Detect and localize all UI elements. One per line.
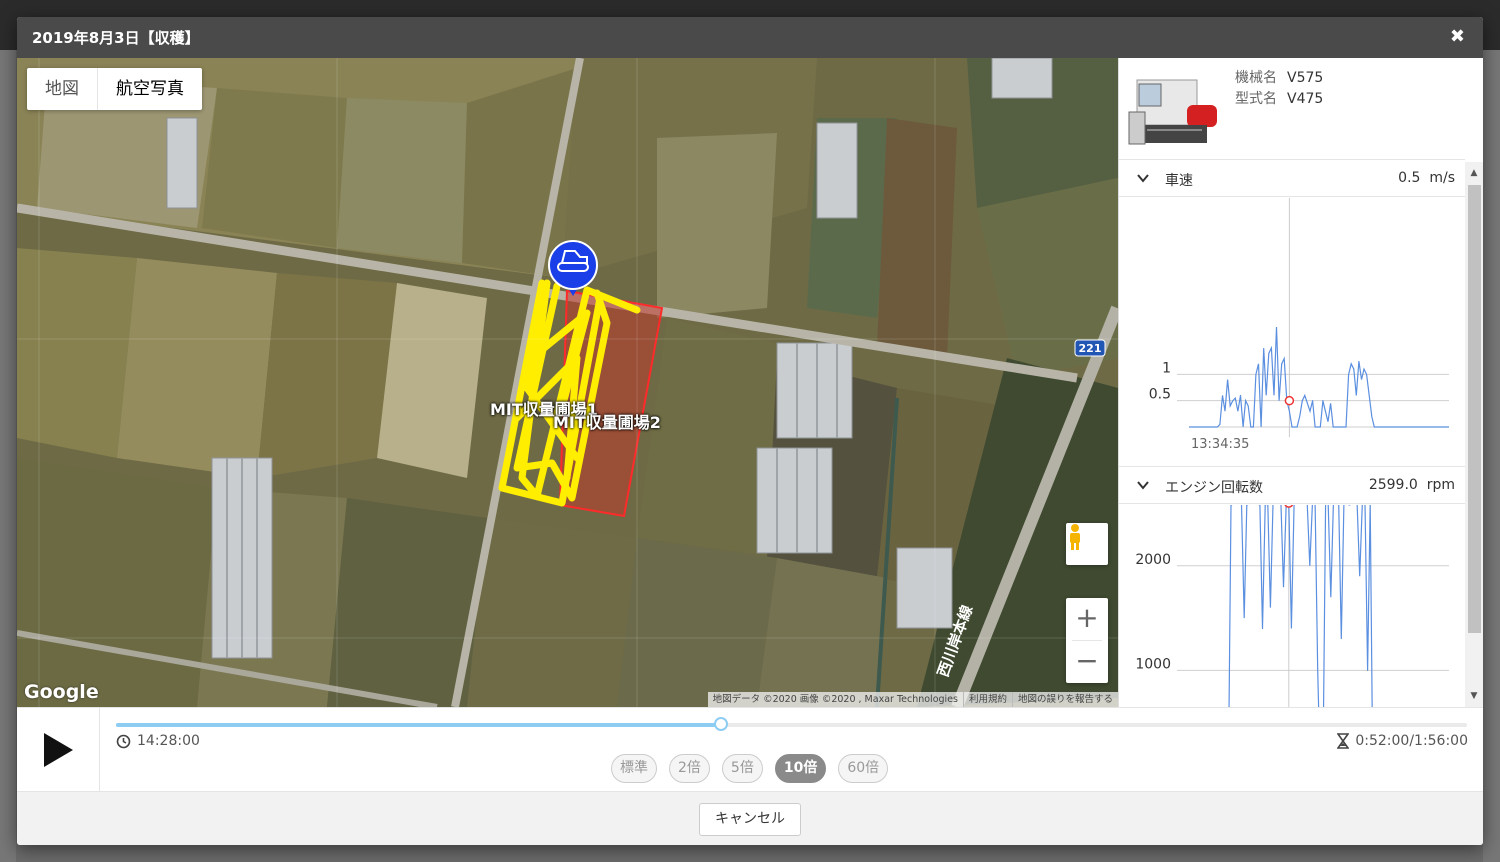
data-point — [1239, 394, 1242, 397]
engine-rpm-chart: 2000 1000 — [1135, 505, 1449, 707]
modal-header: 2019年8月3日【収穫】 ✖ — [17, 17, 1483, 58]
close-icon[interactable]: ✖ — [1450, 26, 1465, 47]
playback-controls: 14:28:00 0:52:00/1:56:00 標準 2倍 5倍 10倍 60… — [17, 707, 1483, 792]
data-point — [1363, 368, 1365, 370]
timeline-progress — [116, 723, 722, 727]
data-point — [1219, 423, 1221, 425]
model-name-value: V475 — [1287, 91, 1324, 107]
chevron-down-icon — [1137, 174, 1149, 183]
attribution-text: 地図データ ©2020 画像 ©2020 , Maxar Technologie… — [712, 694, 958, 705]
y-tick-label: 1000 — [1135, 656, 1171, 672]
background-right-edge — [1483, 50, 1500, 862]
elapsed-total-text: 0:52:00/1:56:00 — [1355, 733, 1468, 749]
series-line — [1189, 326, 1449, 428]
zoom-out-button[interactable]: − — [1066, 641, 1108, 683]
play-icon — [44, 733, 73, 767]
machine-info: 機械名 V575 型式名 V475 — [1235, 68, 1323, 110]
section-header-speed[interactable]: 車速 0.5 m/s — [1119, 159, 1465, 197]
field-label-2: MIT収量圃場2 — [553, 413, 661, 432]
modal-footer: キャンセル — [17, 791, 1483, 845]
machine-name-label: 機械名 — [1235, 70, 1277, 86]
satellite-map[interactable]: 221 西川岸本線 地図 航空写真 MIT収量圃場1 MIT収量圃場2 + − … — [17, 58, 1118, 707]
telemetry-panel: 機械名 V575 型式名 V475 車速 0.5 m/s 1 0.5 13:34:35 … — [1118, 58, 1483, 707]
chevron-down-icon — [1137, 481, 1149, 490]
current-time-text: 14:28:00 — [137, 733, 200, 749]
data-point — [1301, 400, 1303, 402]
terms-link[interactable]: 利用規約 — [962, 692, 1012, 707]
series-line — [1228, 505, 1373, 707]
report-error-link[interactable]: 地図の誤りを報告する — [1011, 692, 1118, 707]
zoom-in-button[interactable]: + — [1066, 598, 1108, 640]
section-value-speed: 0.5 m/s — [1398, 170, 1455, 186]
data-point — [1282, 586, 1285, 588]
data-point — [1322, 400, 1324, 402]
clock-icon — [116, 734, 131, 748]
data-point — [1366, 669, 1369, 671]
speed-1x-button[interactable]: 標準 — [611, 754, 657, 783]
hourglass-icon — [1337, 733, 1350, 749]
speed-10x-button[interactable]: 10倍 — [774, 754, 827, 783]
section-header-engine-rpm[interactable]: エンジン回転数 2599.0 rpm — [1119, 466, 1465, 504]
route-badge-text: 221 — [1079, 342, 1102, 355]
map-type-satellite-button[interactable]: 航空写真 — [97, 68, 202, 110]
y-tick-label: 0.5 — [1149, 387, 1171, 403]
speed-60x-button[interactable]: 60倍 — [838, 754, 889, 783]
combine-harvester-image — [1128, 79, 1217, 145]
data-point — [1270, 347, 1272, 349]
section-value-engine-rpm: 2599.0 rpm — [1368, 477, 1455, 493]
speed-2x-button[interactable]: 2倍 — [669, 754, 710, 783]
background-sidebar — [0, 50, 16, 862]
section-title-speed: 車速 — [1165, 173, 1193, 189]
y-tick-label: 2000 — [1135, 552, 1171, 568]
speed-selector: 標準 2倍 5倍 10倍 60倍 — [611, 754, 889, 783]
machine-name-value: V575 — [1287, 70, 1324, 86]
timeline-slider[interactable] — [116, 717, 1467, 731]
cancel-button[interactable]: キャンセル — [699, 803, 801, 836]
cursor-marker — [1284, 505, 1294, 508]
map-type-roadmap-button[interactable]: 地図 — [27, 68, 97, 110]
data-point — [1311, 400, 1314, 402]
panel-scrollbar-thumb[interactable] — [1468, 185, 1481, 633]
data-point — [1261, 627, 1264, 630]
section-title-engine-rpm: エンジン回転数 — [1165, 480, 1263, 496]
data-point — [1281, 363, 1283, 365]
map-attribution: 地図データ ©2020 画像 ©2020 , Maxar Technologie… — [707, 692, 1118, 707]
cursor-marker — [1284, 395, 1295, 406]
scroll-up-icon[interactable]: ▲ — [1469, 168, 1479, 178]
zoom-control: + − — [1066, 598, 1108, 683]
modal-title: 2019年8月3日【収穫】 — [32, 29, 200, 47]
data-point — [1353, 368, 1355, 370]
map-imagery: 221 西川岸本線 — [17, 58, 1118, 707]
elapsed-total: 0:52:00/1:56:00 — [1337, 733, 1468, 749]
google-logo: Google — [24, 681, 99, 703]
map-type-control: 地図 航空写真 — [27, 68, 202, 110]
play-button[interactable] — [17, 708, 100, 792]
y-tick-label: 1 — [1162, 360, 1171, 376]
scroll-down-icon[interactable]: ▼ — [1469, 691, 1479, 701]
speed-chart: 1 0.5 13:34:35 — [1149, 198, 1449, 452]
playback-modal: 2019年8月3日【収穫】 ✖ 221 西川岸本線 地図 航空写真 MIT収量圃… — [17, 17, 1483, 845]
model-name-label: 型式名 — [1235, 91, 1277, 107]
speed-5x-button[interactable]: 5倍 — [721, 754, 763, 783]
current-time: 14:28:00 — [116, 733, 200, 749]
x-tick-label: 13:34:35 — [1191, 437, 1249, 452]
street-view-pegman-button[interactable] — [1066, 523, 1108, 565]
timeline-handle[interactable] — [714, 717, 729, 731]
pegman-icon — [1070, 524, 1080, 550]
data-point — [1229, 405, 1231, 407]
